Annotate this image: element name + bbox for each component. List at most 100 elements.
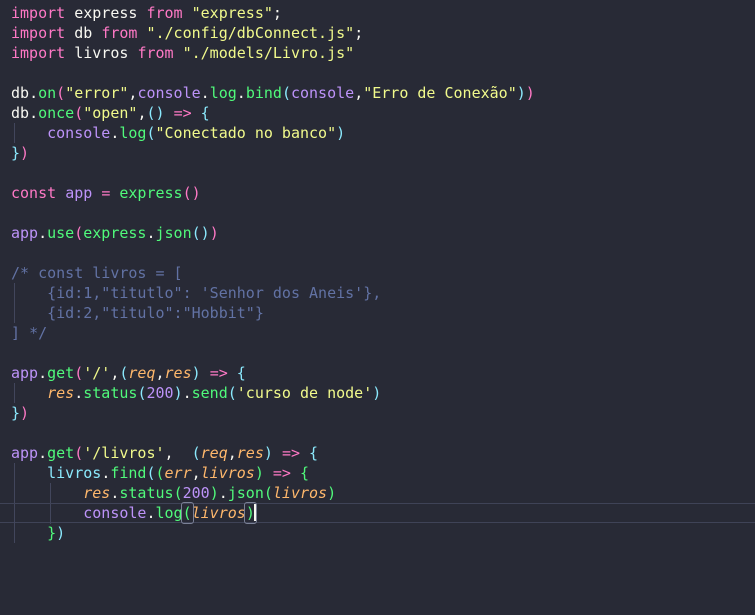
token-string-curso-node: 'curso de node' <box>236 384 373 402</box>
code-line[interactable]: console.log("Conectado no banco") <box>0 123 755 143</box>
code-line[interactable]: db.on("error",console.log.bind(console,"… <box>0 83 755 103</box>
code-line-blank[interactable] <box>0 423 755 443</box>
token-paren-open: ( <box>146 464 156 482</box>
token-equals: = <box>101 184 111 202</box>
indent-guide <box>14 523 15 543</box>
code-line-comment[interactable]: {id:1,"titutlo": 'Senhor dos Aneis'}, <box>0 283 755 303</box>
token-dot: . <box>200 84 210 102</box>
code-line[interactable]: app.use(express.json()) <box>0 223 755 243</box>
token-method-json: json <box>227 484 264 502</box>
token-dot: . <box>236 84 246 102</box>
code-line[interactable]: const app = express() <box>0 183 755 203</box>
code-content[interactable]: import express from "express"; import db… <box>0 0 755 543</box>
token-paren-close: ) <box>56 524 66 542</box>
token-identifier-app: app <box>11 444 39 462</box>
token-dot: . <box>146 224 156 242</box>
token-param-req: req <box>128 364 156 382</box>
token-paren-close: ) <box>209 484 219 502</box>
code-line[interactable]: app.get('/livros', (req,res) => { <box>0 443 755 463</box>
token-param-req: req <box>200 444 228 462</box>
token-param-err: err <box>164 464 192 482</box>
token-brace-close: } <box>47 524 57 542</box>
token-paren-open-matched: ( <box>180 502 194 524</box>
token-paren-close: ) <box>336 124 346 142</box>
token-comma: , <box>227 444 237 462</box>
token-method-once: once <box>38 104 75 122</box>
indent-guide <box>14 504 15 524</box>
token-paren-pair-empty: () <box>191 224 210 242</box>
indent-guide <box>14 383 15 403</box>
token-string-erro-conexao: "Erro de Conexão" <box>363 84 517 102</box>
code-line-comment[interactable]: ] */ <box>0 323 755 343</box>
code-line[interactable]: }) <box>0 143 755 163</box>
token-paren-open: ( <box>281 84 291 102</box>
token-paren-close: ) <box>327 484 337 502</box>
code-line[interactable]: db.once("open",() => { <box>0 103 755 123</box>
token-keyword-from: from <box>146 4 183 22</box>
token-method-on: on <box>38 84 57 102</box>
code-line-blank[interactable] <box>0 203 755 223</box>
token-comma: , <box>354 84 364 102</box>
token-arrow: => <box>209 364 228 382</box>
token-identifier-app: app <box>65 184 93 202</box>
code-line-blank[interactable] <box>0 243 755 263</box>
code-line-comment[interactable]: /* const livros = [ <box>0 263 755 283</box>
code-line[interactable]: import livros from "./models/Livro.js" <box>0 43 755 63</box>
code-line[interactable]: }) <box>0 523 755 543</box>
token-identifier-express: express <box>74 4 138 22</box>
token-string-error: "error" <box>65 84 129 102</box>
token-brace-open: { <box>200 104 210 122</box>
token-semicolon: ; <box>354 24 364 42</box>
token-arrow: => <box>281 444 300 462</box>
token-method-log: log <box>119 124 147 142</box>
token-brace-open: { <box>300 464 310 482</box>
token-identifier-app: app <box>11 364 39 382</box>
code-line[interactable]: app.get('/',(req,res) => { <box>0 363 755 383</box>
token-identifier-db: db <box>11 104 30 122</box>
token-keyword-const: const <box>11 184 57 202</box>
code-line-blank[interactable] <box>0 63 755 83</box>
code-line[interactable]: }) <box>0 403 755 423</box>
text-cursor <box>253 504 256 521</box>
token-identifier-db: db <box>11 84 30 102</box>
code-editor[interactable]: import express from "express"; import db… <box>0 0 755 615</box>
code-line[interactable]: import db from "./config/dbConnect.js"; <box>0 23 755 43</box>
token-arrow: => <box>173 104 192 122</box>
token-param-res: res <box>236 444 264 462</box>
token-keyword-from: from <box>101 24 138 42</box>
token-keyword-import: import <box>11 4 66 22</box>
token-param-res: res <box>83 484 111 502</box>
indent-guide <box>14 483 15 503</box>
code-line[interactable]: import express from "express"; <box>0 3 755 23</box>
code-line[interactable]: livros.find((err,livros) => { <box>0 463 755 483</box>
token-comment-text: ] <box>11 324 21 342</box>
token-method-get: get <box>47 364 75 382</box>
token-dot: . <box>182 384 192 402</box>
token-dot: . <box>101 464 111 482</box>
code-line-blank[interactable] <box>0 343 755 363</box>
token-method-json: json <box>155 224 192 242</box>
token-paren-pair-empty: () <box>182 184 201 202</box>
indent-guide <box>50 483 51 503</box>
code-line[interactable]: res.status(200).json(livros) <box>0 483 755 503</box>
indent-guide <box>14 283 15 303</box>
token-keyword-from: from <box>137 44 174 62</box>
code-line[interactable]: res.status(200).send('curso de node') <box>0 383 755 403</box>
code-line-blank[interactable] <box>0 163 755 183</box>
code-line-current[interactable]: console.log(livros) <box>0 502 755 524</box>
code-line-comment[interactable]: {id:2,"titulo":"Hobbit"} <box>0 303 755 323</box>
token-paren-pair-empty: () <box>146 104 165 122</box>
token-number-200: 200 <box>182 484 210 502</box>
token-keyword-import: import <box>11 44 66 62</box>
